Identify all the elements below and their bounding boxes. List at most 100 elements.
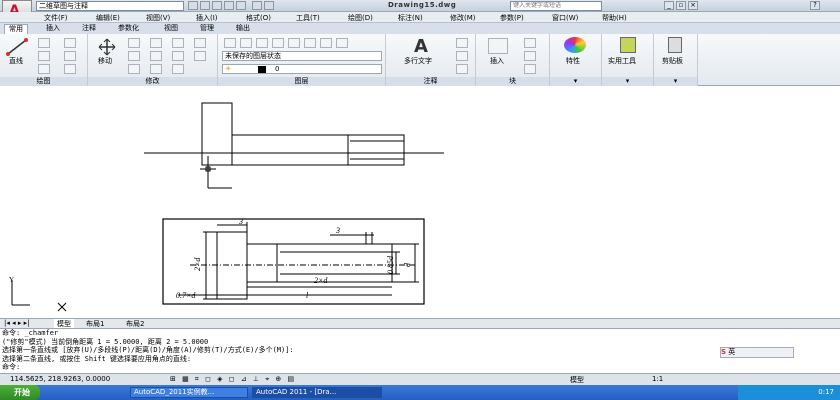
layer-icon[interactable] [320, 38, 332, 48]
menu-edit[interactable]: 编辑(E) [96, 13, 120, 23]
fillet-icon[interactable] [172, 51, 184, 61]
table-icon[interactable] [456, 64, 468, 74]
layer-state-select[interactable]: 未保存的图层状态 [222, 51, 382, 61]
annotation-scale[interactable]: 1:1 [652, 375, 663, 383]
trim-icon[interactable] [150, 38, 162, 48]
drawing-canvas[interactable]: 3 3 2×d 0.85d d 2×d 0.7×d l Y [0, 86, 840, 318]
taskbar-item[interactable]: AutoCAD_2011实例教... [130, 387, 248, 398]
taskbar-item-active[interactable]: AutoCAD 2011 - [Dra... [252, 387, 382, 398]
help-icon[interactable]: ? [810, 1, 820, 10]
properties-icon[interactable] [564, 37, 586, 53]
dimension-icon[interactable] [456, 38, 468, 48]
hatch-icon[interactable] [64, 51, 76, 61]
mirror-icon[interactable] [150, 51, 162, 61]
panel-label-layers[interactable]: 图层 [218, 77, 385, 86]
line-icon[interactable] [6, 38, 28, 56]
layer-icon[interactable] [336, 38, 348, 48]
panel-label-utilities[interactable]: ▾ [602, 77, 653, 86]
close-icon[interactable]: × [688, 1, 698, 10]
panel-label-annotation[interactable]: 注释 [386, 77, 475, 86]
layer-icon[interactable] [272, 38, 284, 48]
minimize-icon[interactable]: _ [664, 1, 674, 10]
model-space-button[interactable]: 模型 [570, 375, 584, 385]
rotate-icon[interactable] [128, 38, 140, 48]
insert-block-icon[interactable] [488, 38, 508, 54]
saveas-icon[interactable] [224, 1, 234, 10]
move-button[interactable]: 移动 [98, 56, 112, 66]
tab-home[interactable]: 常用 [4, 24, 28, 34]
offset-icon[interactable] [194, 51, 206, 61]
open-icon[interactable] [200, 1, 210, 10]
menu-view[interactable]: 视图(V) [146, 13, 170, 23]
tab-view[interactable]: 视图 [160, 24, 182, 34]
panel-label-properties[interactable]: ▾ [550, 77, 601, 86]
command-window[interactable]: 命令: _chamfer ("修剪"模式) 当前倒角距离 1 = 5.0000,… [0, 328, 840, 373]
edit-block-icon[interactable] [524, 51, 536, 61]
create-block-icon[interactable] [524, 38, 536, 48]
tab-manage[interactable]: 管理 [196, 24, 218, 34]
coordinates-readout[interactable]: 114.5625, 218.9263, 0.0000 [10, 375, 110, 383]
menu-dimension[interactable]: 标注(N) [398, 13, 423, 23]
line-button[interactable]: 直线 [9, 56, 23, 66]
redo-icon[interactable] [264, 1, 274, 10]
array-icon[interactable] [172, 64, 184, 74]
clock[interactable]: 0:17 [818, 388, 834, 396]
layer-icon[interactable] [240, 38, 252, 48]
tab-parametric[interactable]: 参数化 [114, 24, 143, 34]
command-prompt[interactable]: 命令: [2, 363, 840, 372]
restore-icon[interactable]: ▫ [676, 1, 686, 10]
panel-label-clipboard[interactable]: ▾ [654, 77, 697, 86]
panel-label-modify[interactable]: 修改 [88, 77, 217, 86]
rectangle-icon[interactable] [64, 38, 76, 48]
insert-button[interactable]: 插入 [490, 56, 504, 66]
menu-window[interactable]: 窗口(W) [552, 13, 578, 23]
attribute-icon[interactable] [524, 64, 536, 74]
new-icon[interactable] [188, 1, 198, 10]
clipboard-icon[interactable] [668, 37, 682, 53]
menu-draw[interactable]: 绘图(D) [348, 13, 373, 23]
layer-select[interactable]: 0 [222, 64, 382, 74]
leader-icon[interactable] [456, 51, 468, 61]
cad-drawing[interactable]: 3 3 2×d 0.85d d 2×d 0.7×d l Y [0, 86, 840, 318]
erase-icon[interactable] [172, 38, 184, 48]
layer-properties-icon[interactable] [224, 38, 236, 48]
layer-icon[interactable] [256, 38, 268, 48]
stretch-icon[interactable] [128, 64, 140, 74]
mtext-button[interactable]: 多行文字 [404, 56, 432, 66]
menu-parameter[interactable]: 参数(P) [500, 13, 524, 23]
menu-modify[interactable]: 修改(M) [450, 13, 476, 23]
circle-icon[interactable] [38, 51, 50, 61]
menu-file[interactable]: 文件(F) [44, 13, 68, 23]
utilities-button[interactable]: 实用工具 [608, 56, 636, 66]
workspace-select[interactable]: 二维草图与注释 [36, 1, 184, 11]
arc-icon[interactable] [38, 64, 50, 74]
tab-nav-icon[interactable]: |◂ ◂ ▸ ▸| [4, 319, 29, 327]
properties-button[interactable]: 特性 [566, 56, 580, 66]
menu-insert[interactable]: 插入(I) [196, 13, 218, 23]
tab-output[interactable]: 输出 [232, 24, 254, 34]
undo-icon[interactable] [252, 1, 262, 10]
copy-icon[interactable] [128, 51, 140, 61]
panel-label-block[interactable]: 块 [476, 77, 549, 86]
ime-toolbar[interactable]: S 英 [720, 347, 794, 358]
layer-icon[interactable] [288, 38, 300, 48]
tab-insert[interactable]: 插入 [42, 24, 64, 34]
text-icon[interactable]: A [414, 36, 428, 57]
utilities-icon[interactable] [620, 37, 636, 53]
search-input[interactable]: 键入关键字或短语 [510, 1, 602, 11]
scale-icon[interactable] [150, 64, 162, 74]
menu-help[interactable]: 帮助(H) [602, 13, 627, 23]
start-button[interactable]: 开始 [0, 385, 40, 400]
drafting-toggles[interactable]: ⊞ ▦ ⌗ ◻ ◈ ◻ ⊿ ⊥ ⌖ ⊕ ▤ [170, 375, 296, 384]
ellipse-icon[interactable] [64, 64, 76, 74]
panel-label-draw[interactable]: 绘图 [0, 77, 87, 86]
layer-icon[interactable] [304, 38, 316, 48]
ime-mode[interactable]: 英 [728, 348, 735, 356]
tab-annotate[interactable]: 注释 [78, 24, 100, 34]
polyline-icon[interactable] [38, 38, 50, 48]
explode-icon[interactable] [194, 38, 206, 48]
save-icon[interactable] [212, 1, 222, 10]
clipboard-button[interactable]: 剪贴板 [662, 56, 683, 66]
menu-tools[interactable]: 工具(T) [296, 13, 320, 23]
move-icon[interactable] [98, 38, 116, 56]
